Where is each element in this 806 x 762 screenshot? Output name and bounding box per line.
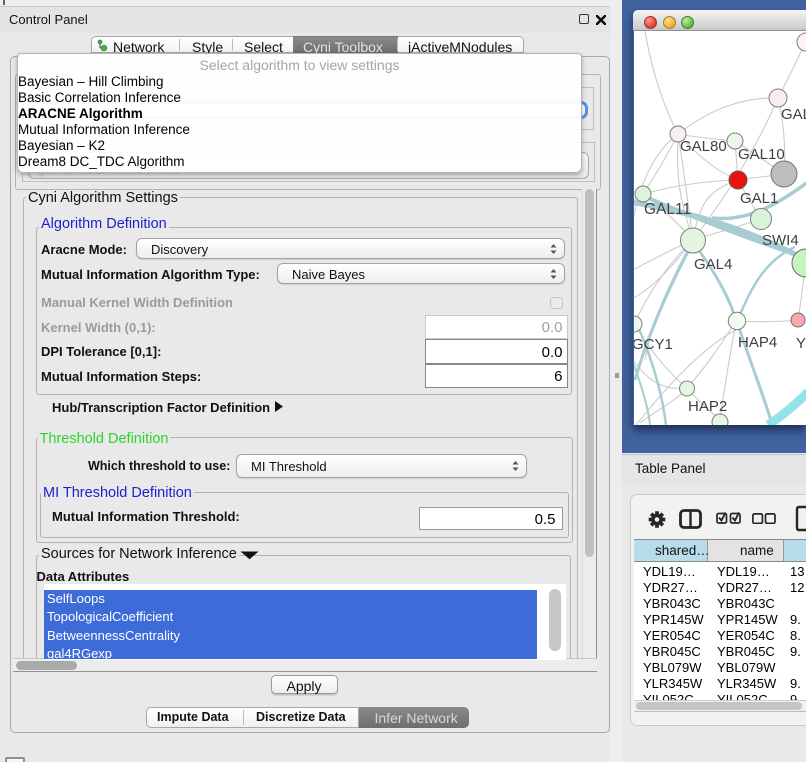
svg-text:GCY1: GCY1 <box>634 336 673 353</box>
svg-text:Y: Y <box>796 335 806 352</box>
svg-text:GAL: GAL <box>781 106 806 123</box>
svg-text:GAL1: GAL1 <box>740 190 778 207</box>
svg-text:HAP4: HAP4 <box>738 334 777 351</box>
svg-text:HAP2: HAP2 <box>688 398 727 415</box>
svg-text:SWI4: SWI4 <box>762 232 799 249</box>
svg-text:GAL11: GAL11 <box>644 201 691 218</box>
svg-text:GAL80: GAL80 <box>680 138 727 155</box>
svg-text:GAL10: GAL10 <box>738 146 785 163</box>
svg-text:GAL4: GAL4 <box>694 256 732 273</box>
